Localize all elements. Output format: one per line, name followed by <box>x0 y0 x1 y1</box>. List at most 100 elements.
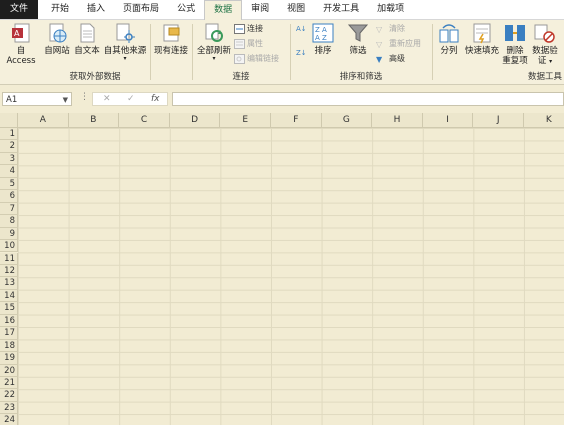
remove-duplicates-icon <box>504 22 526 44</box>
clear-filter-button[interactable]: ▽ 清除 <box>376 23 405 35</box>
column-header[interactable]: H <box>372 113 423 128</box>
column-header[interactable]: F <box>271 113 322 128</box>
row-header[interactable]: 10 <box>0 240 18 253</box>
row-header[interactable]: 24 <box>0 414 18 425</box>
column-header[interactable]: K <box>524 113 564 128</box>
connections-label: 连接 <box>247 24 263 33</box>
remove-duplicates-button[interactable]: 删除 重复项 <box>500 22 530 66</box>
row-header[interactable]: 21 <box>0 377 18 390</box>
row-header[interactable]: 7 <box>0 202 18 216</box>
tab-home[interactable]: 开始 <box>42 0 78 19</box>
data-validation-label-2: 证 <box>537 56 547 66</box>
from-access-label: 自 Access <box>6 46 36 66</box>
access-icon: A <box>10 22 32 44</box>
flash-fill-icon <box>471 22 493 44</box>
properties-button[interactable]: 属性 <box>234 38 263 50</box>
sort-label: 排序 <box>314 46 332 56</box>
row-header[interactable]: 2 <box>0 140 18 153</box>
name-box[interactable]: A1 ▼ <box>2 92 72 106</box>
row-header[interactable]: 1 <box>0 128 18 141</box>
filter-button[interactable]: 筛选 <box>344 22 372 56</box>
row-header[interactable]: 8 <box>0 215 18 228</box>
row-header[interactable]: 16 <box>0 314 18 328</box>
text-to-columns-icon <box>438 22 460 44</box>
divider <box>290 24 291 80</box>
row-header[interactable]: 23 <box>0 401 18 415</box>
sort-ascending-icon: A↓ <box>296 25 307 33</box>
insert-function-icon[interactable]: fx <box>151 93 160 106</box>
more-icon[interactable]: ⋮ <box>80 92 89 102</box>
advanced-filter-icon: ▼ <box>376 55 383 64</box>
group-get-external-data: A 自 Access 自网站 自文本 自其他来源 ▾ 现有连接 获取外部数据 <box>0 20 190 84</box>
row-header[interactable]: 5 <box>0 177 18 191</box>
data-validation-label-1: 数据验 <box>532 46 558 56</box>
row-header[interactable]: 12 <box>0 264 18 278</box>
row-header[interactable]: 19 <box>0 352 18 365</box>
tab-file[interactable]: 文件 <box>0 0 39 19</box>
svg-text:A Z: A Z <box>315 34 327 42</box>
flash-fill-button[interactable]: 快速填充 <box>464 22 500 56</box>
refresh-all-button[interactable]: 全部刷新 ▾ <box>194 22 234 62</box>
tab-view[interactable]: 视图 <box>278 0 314 19</box>
tab-formulas[interactable]: 公式 <box>168 0 204 19</box>
tab-review[interactable]: 审阅 <box>242 0 278 19</box>
sort-button[interactable]: Z AA Z 排序 <box>310 22 336 56</box>
formula-buttons: ✕ ✓ fx <box>92 92 168 106</box>
from-text-button[interactable]: 自文本 <box>72 22 102 56</box>
select-all-corner[interactable] <box>0 113 18 128</box>
tab-developer[interactable]: 开发工具 <box>314 0 368 19</box>
row-header[interactable]: 15 <box>0 302 18 315</box>
formula-input[interactable] <box>172 92 564 106</box>
row-header[interactable]: 6 <box>0 190 18 203</box>
row-header[interactable]: 11 <box>0 252 18 265</box>
cell-grid[interactable] <box>18 128 564 425</box>
column-header[interactable]: I <box>422 113 474 128</box>
row-header[interactable]: 22 <box>0 389 18 402</box>
reapply-button[interactable]: ▽ 重新应用 <box>376 38 421 50</box>
ribbon: A 自 Access 自网站 自文本 自其他来源 ▾ 现有连接 获取外部数据 全… <box>0 20 564 85</box>
column-header[interactable]: E <box>220 113 271 128</box>
from-web-button[interactable]: 自网站 <box>42 22 72 56</box>
sort-descending-button[interactable]: Z↓ <box>296 48 309 60</box>
divider <box>192 24 193 80</box>
properties-label: 属性 <box>247 39 263 48</box>
column-header[interactable]: C <box>119 113 170 128</box>
column-header[interactable]: A <box>18 113 69 128</box>
tab-data[interactable]: 数据 <box>204 0 243 21</box>
advanced-filter-button[interactable]: ▼ 高级 <box>376 53 405 65</box>
web-icon <box>46 22 68 44</box>
text-to-columns-button[interactable]: 分列 <box>436 22 462 56</box>
from-access-button[interactable]: A 自 Access <box>2 22 40 66</box>
row-header[interactable]: 3 <box>0 152 18 166</box>
row-header[interactable]: 17 <box>0 327 18 340</box>
clear-label: 清除 <box>389 24 405 33</box>
connections-icon <box>234 24 245 34</box>
text-to-columns-label: 分列 <box>440 46 458 56</box>
row-header[interactable]: 4 <box>0 165 18 178</box>
row-header[interactable]: 14 <box>0 289 18 303</box>
column-header[interactable]: G <box>321 113 373 128</box>
connections-button[interactable]: 连接 <box>234 23 263 35</box>
from-other-sources-button[interactable]: 自其他来源 ▾ <box>102 22 148 62</box>
column-header[interactable]: J <box>473 113 524 128</box>
tab-addins[interactable]: 加载项 <box>368 0 413 19</box>
row-header[interactable]: 18 <box>0 339 18 353</box>
sort-ascending-button[interactable]: A↓ <box>296 24 309 36</box>
cancel-icon[interactable]: ✕ <box>103 93 111 106</box>
row-header[interactable]: 9 <box>0 227 18 241</box>
existing-connections-button[interactable]: 现有连接 <box>152 22 190 56</box>
existing-connections-label: 现有连接 <box>153 46 188 56</box>
edit-links-label: 编辑链接 <box>247 54 279 63</box>
row-header[interactable]: 13 <box>0 277 18 290</box>
group-label-connections: 连接 <box>232 72 250 82</box>
chevron-down-icon: ▾ <box>549 58 553 65</box>
column-header[interactable]: D <box>169 113 221 128</box>
edit-links-button[interactable]: 编辑链接 <box>234 53 279 65</box>
row-header[interactable]: 20 <box>0 364 18 377</box>
tab-page-layout[interactable]: 页面布局 <box>114 0 168 19</box>
column-header[interactable]: B <box>68 113 120 128</box>
chevron-down-icon[interactable]: ▼ <box>63 93 68 107</box>
tab-insert[interactable]: 插入 <box>78 0 114 19</box>
enter-icon[interactable]: ✓ <box>127 93 135 106</box>
data-validation-button[interactable]: 数据验 证 ▾ <box>530 22 560 67</box>
